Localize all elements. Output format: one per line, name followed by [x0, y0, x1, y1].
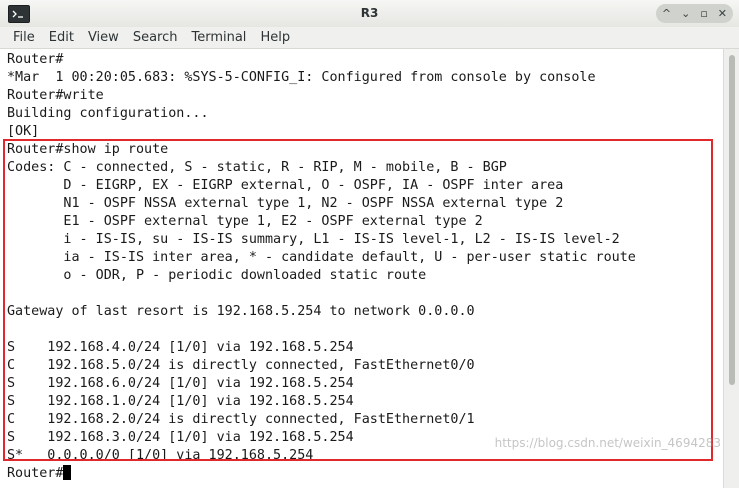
maximize-button[interactable]: ▫	[700, 4, 707, 23]
menu-bar: File Edit View Search Terminal Help	[0, 27, 739, 49]
terminal-line: [OK]	[7, 124, 40, 139]
route-row: S 192.168.3.0/24 [1/0] via 192.168.5.254	[7, 430, 354, 445]
menu-search[interactable]: Search	[126, 27, 185, 48]
terminal-line: Codes: C - connected, S - static, R - RI…	[7, 160, 507, 175]
terminal-line: Router#	[7, 52, 64, 67]
terminal-output[interactable]: Router# *Mar 1 00:20:05.683: %SYS-5-CONF…	[0, 49, 723, 488]
menu-edit[interactable]: Edit	[42, 27, 81, 48]
roll-up-button[interactable]: ^	[662, 4, 671, 23]
terminal-line: Gateway of last resort is 192.168.5.254 …	[7, 304, 475, 319]
menu-help[interactable]: Help	[253, 27, 297, 48]
terminal-line: Router#write	[7, 88, 104, 103]
vertical-scrollbar[interactable]	[723, 49, 739, 488]
command-prompt[interactable]: Router#	[7, 465, 72, 483]
menu-view[interactable]: View	[81, 27, 126, 48]
menu-terminal[interactable]: Terminal	[184, 27, 253, 48]
scroll-thumb[interactable]	[729, 55, 735, 385]
terminal-line: Building configuration...	[7, 106, 209, 121]
route-row: S 192.168.4.0/24 [1/0] via 192.168.5.254	[7, 340, 354, 355]
watermark: https://blog.csdn.net/weixin_4694283	[494, 436, 721, 450]
terminal-line: o - ODR, P - periodic downloaded static …	[7, 268, 427, 283]
terminal-line: i - IS-IS, su - IS-IS summary, L1 - IS-I…	[7, 232, 620, 247]
terminal-line: D - EIGRP, EX - EIGRP external, O - OSPF…	[7, 178, 564, 193]
terminal-line: *Mar 1 00:20:05.683: %SYS-5-CONFIG_I: Co…	[7, 70, 596, 85]
route-row: S 192.168.6.0/24 [1/0] via 192.168.5.254	[7, 376, 354, 391]
title-bar: R3 ^ ⌄ ▫ ✕	[0, 0, 739, 28]
menu-file[interactable]: File	[0, 27, 42, 48]
terminal-line: ia - IS-IS inter area, * - candidate def…	[7, 250, 636, 265]
minimize-button[interactable]: ⌄	[681, 4, 690, 23]
terminal-line: E1 - OSPF external type 1, E2 - OSPF ext…	[7, 214, 483, 229]
route-row: S* 0.0.0.0/0 [1/0] via 192.168.5.254	[7, 448, 314, 463]
route-row: S 192.168.1.0/24 [1/0] via 192.168.5.254	[7, 394, 354, 409]
window-title: R3	[360, 6, 379, 20]
text-cursor	[63, 465, 72, 480]
prompt-text: Router#	[7, 466, 64, 481]
terminal-line: N1 - OSPF NSSA external type 1, N2 - OSP…	[7, 196, 564, 211]
route-row: C 192.168.2.0/24 is directly connected, …	[7, 412, 475, 427]
terminal-line: Router#show ip route	[7, 142, 169, 157]
window-controls: ^ ⌄ ▫ ✕	[655, 4, 733, 23]
route-row: C 192.168.5.0/24 is directly connected, …	[7, 358, 475, 373]
close-button[interactable]: ✕	[718, 4, 727, 23]
